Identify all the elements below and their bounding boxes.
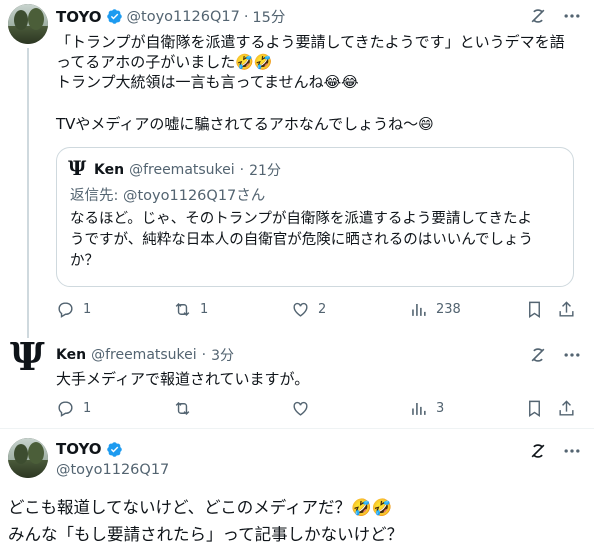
verified-badge-icon bbox=[106, 441, 122, 457]
quote-header: Ken @freematsukei · 21分 bbox=[94, 160, 281, 180]
reply-to-handle[interactable]: @toyo1126Q17さん bbox=[123, 188, 265, 204]
author-name[interactable]: TOYO bbox=[56, 440, 102, 458]
tweet3-line-2: みんな「もし要請されたら」って記事しかないけど？ bbox=[8, 525, 404, 544]
retweet-count: 1 bbox=[200, 302, 209, 317]
views-icon bbox=[412, 303, 426, 316]
views-count: 3 bbox=[436, 401, 445, 416]
time-separator: · bbox=[243, 8, 249, 25]
author-name[interactable]: Ken bbox=[56, 347, 86, 363]
views-button[interactable]: 3 bbox=[409, 399, 444, 418]
avatar-ken[interactable]: Ψ bbox=[10, 336, 45, 378]
more-icon[interactable] bbox=[562, 6, 582, 26]
tweet3-header: TOYO bbox=[56, 440, 123, 458]
tweet1-header: TOYO @toyo1126Q17 · 15分 bbox=[56, 6, 285, 27]
views-count: 238 bbox=[436, 302, 461, 317]
views-icon bbox=[412, 402, 426, 415]
grok-icon[interactable] bbox=[528, 6, 548, 26]
divider bbox=[0, 428, 594, 429]
share-icon[interactable] bbox=[557, 399, 576, 418]
tweet1-line-1: 「トランプが自衛隊を派遣するよう要請してきたようです」というデマを語 bbox=[56, 33, 565, 51]
like-icon bbox=[293, 302, 308, 317]
tweet2-text: 大手メディアで報道されていますが。 bbox=[56, 370, 310, 388]
reply-prefix: 返信先: bbox=[70, 188, 123, 204]
thread-line bbox=[27, 48, 29, 338]
retweet-icon bbox=[175, 401, 190, 416]
bookmark-icon[interactable] bbox=[525, 300, 544, 319]
retweet-icon bbox=[175, 302, 190, 317]
reply-icon bbox=[58, 302, 73, 318]
more-icon[interactable] bbox=[562, 345, 582, 365]
quote-time-separator: · bbox=[239, 162, 245, 178]
tweet1-line-3: トランプ大統領は一言も言ってませんね😂😂 bbox=[56, 73, 359, 91]
reply-count: 1 bbox=[83, 401, 92, 416]
like-button[interactable] bbox=[291, 399, 318, 418]
quote-timestamp: 21分 bbox=[249, 163, 281, 179]
time-separator: · bbox=[201, 347, 207, 363]
share-icon[interactable] bbox=[557, 300, 576, 319]
like-icon bbox=[293, 401, 308, 416]
quote-author-handle: @freematsukei bbox=[129, 162, 235, 178]
quote-line-2: うですが、純粋な日本人の自衛官が危険に晒されるのはいいんでしょう bbox=[70, 232, 533, 248]
retweet-button[interactable]: 1 bbox=[173, 300, 208, 319]
avatar-toyo[interactable] bbox=[8, 4, 48, 44]
like-button[interactable]: 2 bbox=[291, 300, 326, 319]
tweet3-line-1: どこも報道してないけど、どこのメディアだ？🤣🤣 bbox=[8, 498, 393, 517]
reply-icon bbox=[58, 401, 73, 417]
author-handle[interactable]: @toyo1126Q17 bbox=[56, 462, 169, 478]
timestamp[interactable]: 3分 bbox=[211, 345, 234, 365]
verified-badge-icon bbox=[106, 9, 122, 24]
bookmark-icon[interactable] bbox=[525, 399, 544, 418]
avatar-toyo[interactable] bbox=[8, 438, 48, 478]
tweet2-header: Ken @freematsukei · 3分 bbox=[56, 345, 234, 365]
tweet1-line-5: TVやメディアの嘘に騙されてるアホなんでしょうね〜😄 bbox=[56, 115, 434, 133]
author-handle[interactable]: @freematsukei bbox=[91, 347, 197, 363]
timestamp[interactable]: 15分 bbox=[252, 6, 285, 27]
reply-button[interactable]: 1 bbox=[56, 300, 91, 319]
views-button[interactable]: 238 bbox=[409, 300, 461, 319]
like-count: 2 bbox=[318, 302, 327, 317]
reply-button[interactable]: 1 bbox=[56, 399, 91, 418]
quote-line-1: なるほど。じゃ、そのトランプが自衛隊を派遣するよう要請してきたよ bbox=[70, 211, 532, 227]
quote-line-3: か？ bbox=[70, 253, 99, 269]
quote-author-name: Ken bbox=[94, 162, 125, 178]
reply-count: 1 bbox=[83, 302, 92, 317]
psi-avatar-icon: Ψ bbox=[68, 156, 87, 180]
tweet1-line-2: ってるアホの子がいました🤣🤣 bbox=[56, 53, 273, 71]
grok-icon[interactable] bbox=[528, 345, 548, 365]
more-icon[interactable] bbox=[562, 441, 582, 461]
author-handle[interactable]: @toyo1126Q17 bbox=[127, 9, 240, 25]
retweet-button[interactable] bbox=[173, 399, 200, 418]
author-name[interactable]: TOYO bbox=[56, 8, 102, 26]
grok-icon[interactable] bbox=[528, 441, 548, 461]
quote-reply-context: 返信先: @toyo1126Q17さん bbox=[70, 184, 265, 205]
